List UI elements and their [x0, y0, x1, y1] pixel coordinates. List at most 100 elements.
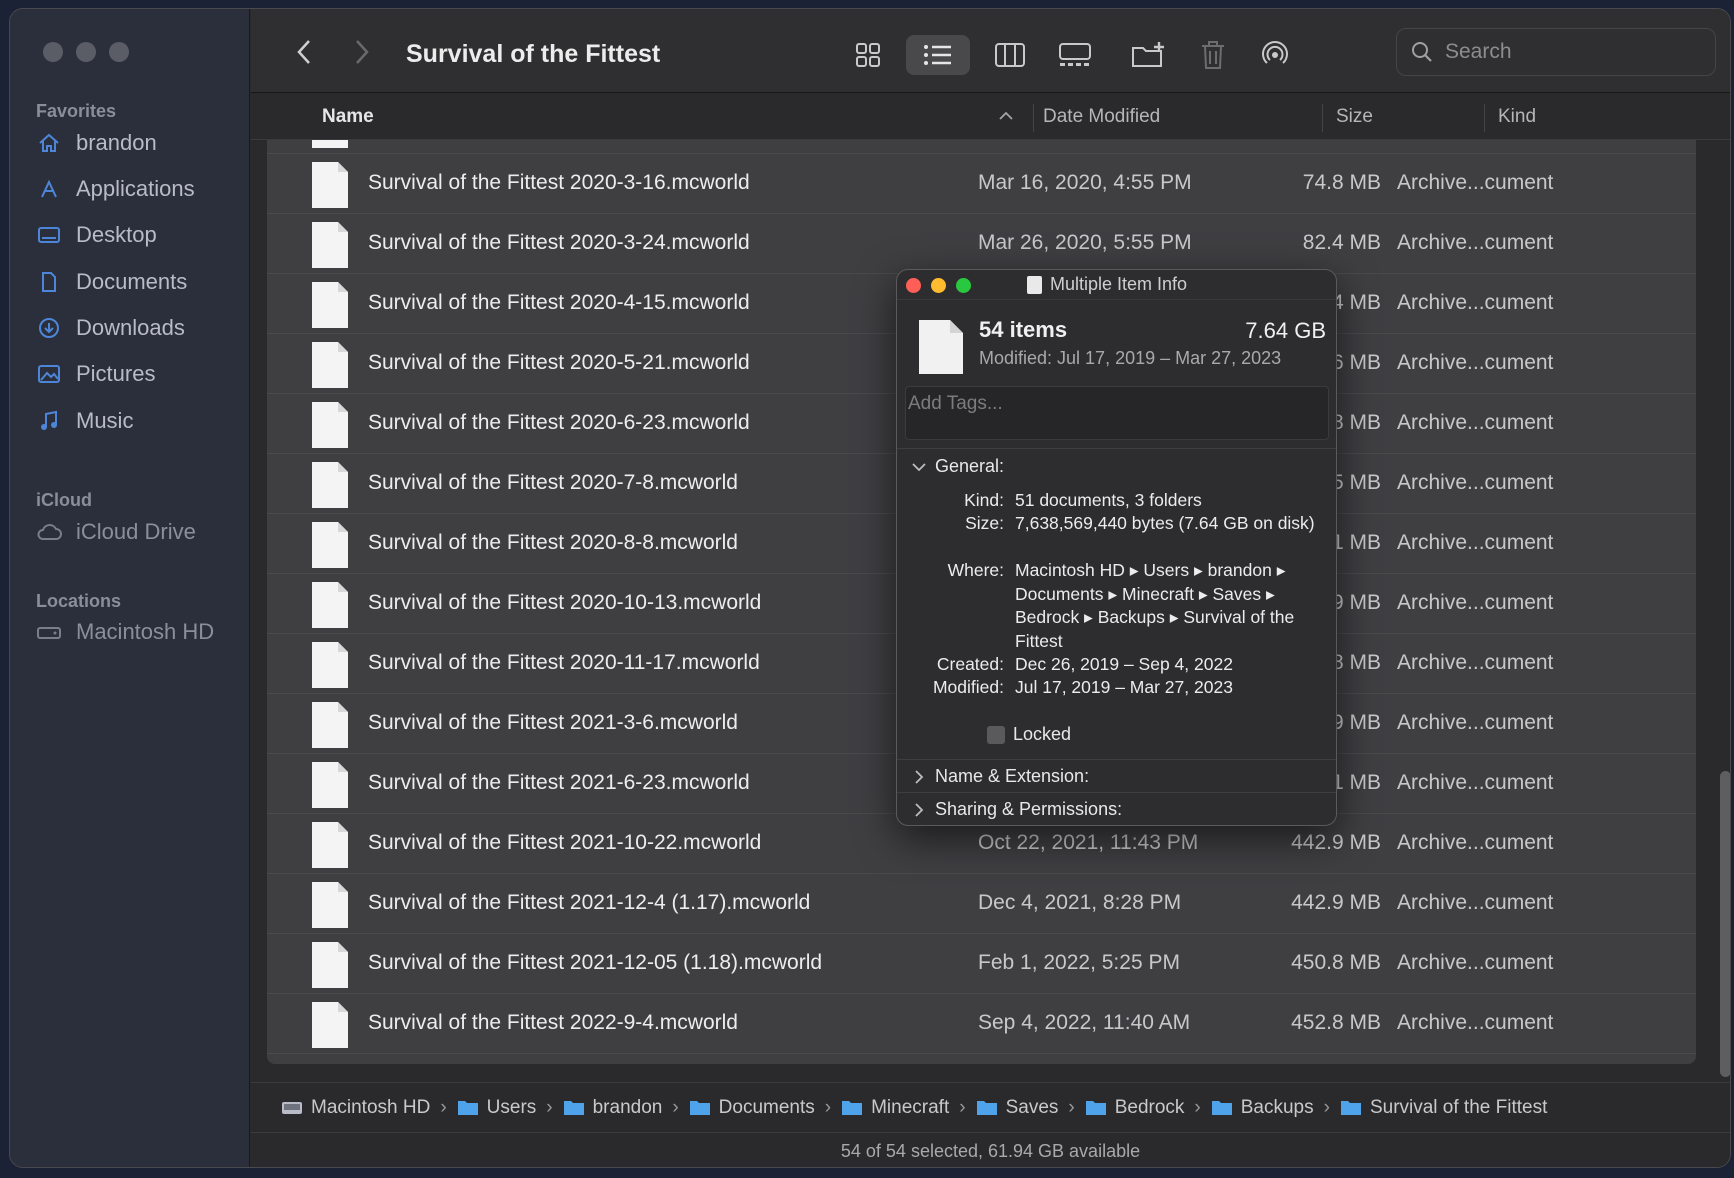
file-name: Survival of the Fittest 2021-6-23.mcworl…: [368, 771, 750, 794]
sidebar-item-label: Pictures: [76, 361, 156, 386]
sidebar-item-label: Applications: [76, 176, 195, 201]
document-icon: [312, 702, 348, 748]
file-name: Survival of the Fittest 2020-6-23.mcworl…: [368, 411, 750, 434]
info-panel-title-wrap: Multiple Item Info: [1027, 274, 1187, 295]
gallery-view-button[interactable]: [1051, 35, 1099, 75]
forward-button[interactable]: [347, 35, 377, 69]
document-icon: [1027, 275, 1042, 294]
table-row[interactable]: Survival of the Fittest 2021-12-05 (1.18…: [267, 934, 1696, 994]
column-kind[interactable]: Kind: [1498, 106, 1536, 128]
back-button[interactable]: [289, 35, 319, 69]
folder-icon: [976, 1101, 997, 1115]
sidebar-item-applications[interactable]: Applications: [36, 172, 195, 206]
locked-checkbox[interactable]: Locked: [987, 724, 1071, 745]
zoom-button[interactable]: [109, 42, 129, 62]
chevron-right-icon: ›: [824, 1096, 832, 1118]
path-segment[interactable]: Documents: [689, 1097, 815, 1119]
path-label: Minecraft: [871, 1096, 950, 1118]
file-name: Survival of the Fittest 2021-12-05 (1.18…: [368, 951, 823, 974]
chevron-left-icon: [297, 40, 310, 64]
path-segment[interactable]: Backups: [1211, 1097, 1314, 1119]
minimize-button[interactable]: [76, 42, 96, 62]
icon-view-button[interactable]: [844, 35, 892, 75]
sidebar-item-documents[interactable]: Documents: [36, 265, 187, 299]
minimize-button[interactable]: [931, 278, 946, 293]
general-section-toggle[interactable]: General:: [909, 456, 1004, 477]
sidebar-item-label: Documents: [76, 269, 188, 294]
airdrop-button[interactable]: [1251, 35, 1299, 75]
close-button[interactable]: [906, 278, 921, 293]
document-icon: [312, 402, 348, 448]
path-label: Saves: [1005, 1096, 1059, 1118]
table-row[interactable]: Survival of the Fittest 2021-12-4 (1.17)…: [267, 874, 1696, 934]
table-row[interactable]: [267, 140, 1696, 154]
folder-icon: [689, 1101, 710, 1115]
modified-value: Jul 17, 2019 – Mar 27, 2023: [1015, 677, 1233, 697]
modified-summary: Modified: Jul 17, 2019 – Mar 27, 2023: [979, 348, 1282, 368]
table-row[interactable]: Survival of the Fittest 2020-3-24.mcworl…: [267, 214, 1696, 274]
path-segment[interactable]: Macintosh HD: [281, 1097, 430, 1119]
column-date-modified[interactable]: Date Modified: [1043, 106, 1160, 128]
checkbox-box: [987, 725, 1005, 744]
column-size[interactable]: Size: [1336, 106, 1373, 128]
new-folder-button[interactable]: [1125, 35, 1173, 75]
path-segment[interactable]: Minecraft: [841, 1097, 949, 1119]
desktop-icon: [36, 223, 62, 247]
total-size: 7.64 GB: [1245, 318, 1326, 343]
delete-button[interactable]: [1189, 35, 1237, 75]
document-icon: [312, 222, 348, 268]
file-kind: Archive...cument: [1397, 351, 1554, 374]
path-segment[interactable]: Users: [457, 1097, 536, 1119]
sidebar-item-label: iCloud Drive: [76, 519, 196, 544]
toolbar: Survival of the Fittest Search: [251, 9, 1730, 93]
sidebar-item-icloud-drive[interactable]: iCloud Drive: [36, 515, 196, 549]
zoom-button[interactable]: [956, 278, 971, 293]
document-icon: [312, 882, 348, 928]
sharing-permissions-toggle[interactable]: Sharing & Permissions:: [909, 799, 1122, 820]
chevron-down-icon: [912, 462, 926, 471]
trash-icon: [1202, 41, 1224, 69]
path-segment[interactable]: brandon: [563, 1097, 662, 1119]
tags-input[interactable]: Add Tags...: [905, 386, 1329, 440]
path-segment[interactable]: Saves: [976, 1096, 1059, 1119]
locked-label: Locked: [1013, 724, 1072, 744]
file-name: Survival of the Fittest 2020-10-13.mcwor…: [368, 591, 762, 614]
table-row[interactable]: Survival of the Fittest 2022-9-4.mcworld…: [267, 994, 1696, 1054]
file-size: 74.8 MB: [1302, 171, 1381, 194]
list-view-button[interactable]: [906, 35, 970, 75]
column-header: Name Date Modified Size Kind: [251, 94, 1730, 140]
table-row[interactable]: Survival of the Fittest 2020-3-16.mcworl…: [267, 154, 1696, 214]
name-extension-toggle[interactable]: Name & Extension:: [909, 766, 1089, 787]
sidebar-item-desktop[interactable]: Desktop: [36, 218, 157, 252]
path-label: Survival of the Fittest: [1369, 1096, 1548, 1118]
divider: [897, 448, 1336, 449]
sharing-permissions-label: Sharing & Permissions:: [935, 799, 1123, 819]
sidebar-item-pictures[interactable]: Pictures: [36, 357, 155, 391]
sidebar-item-macintosh-hd[interactable]: Macintosh HD: [36, 615, 214, 649]
file-name: Survival of the Fittest 2020-7-8.mcworld: [368, 471, 738, 494]
column-view-button[interactable]: [986, 35, 1034, 75]
chevron-right-icon: ›: [959, 1096, 966, 1118]
sort-ascending-icon: [999, 111, 1013, 120]
file-name: Survival of the Fittest 2021-3-6.mcworld: [368, 711, 738, 734]
path-segment[interactable]: Bedrock: [1085, 1097, 1184, 1119]
close-button[interactable]: [43, 42, 63, 62]
sidebar-item-downloads[interactable]: Downloads: [36, 311, 185, 345]
sidebar-item-brandon[interactable]: brandon: [36, 126, 157, 160]
scrollbar[interactable]: [1720, 771, 1730, 1077]
file-kind: Archive...cument: [1397, 951, 1554, 974]
file-kind: Archive...cument: [1397, 171, 1554, 194]
kind-row: Kind: 51 documents, 3 folders: [897, 489, 1336, 513]
gallery-icon: [1059, 43, 1091, 66]
document-icon: [312, 1002, 348, 1048]
file-size: 442.9 MB: [1291, 891, 1381, 914]
info-panel-titlebar: Multiple Item Info: [897, 270, 1336, 300]
sidebar-item-music[interactable]: Music: [36, 404, 133, 438]
file-kind: Archive...cument: [1397, 411, 1554, 434]
file-date: Feb 1, 2022, 5:25 PM: [978, 951, 1180, 974]
file-size: 442.9 MB: [1291, 831, 1381, 854]
chevron-right-icon: [356, 40, 369, 64]
path-segment[interactable]: Survival of the Fittest: [1340, 1097, 1547, 1119]
search-field[interactable]: Search: [1396, 28, 1716, 76]
column-name[interactable]: Name: [322, 106, 374, 128]
